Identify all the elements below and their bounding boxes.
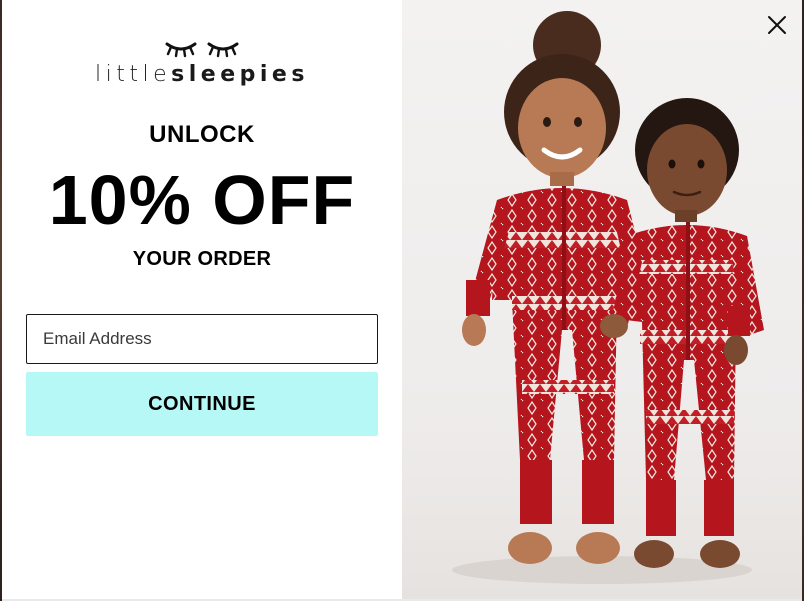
sleepy-eyes-logo-icon — [165, 42, 239, 58]
offer-subline: YOUR ORDER — [132, 248, 272, 270]
signup-panel: littlesleepies UNLOCK 10% OFF YOUR ORDER… — [2, 0, 402, 599]
brand-name-light: little — [95, 62, 172, 87]
signup-modal: littlesleepies UNLOCK 10% OFF YOUR ORDER… — [2, 0, 802, 601]
brand-name-bold: sleepies — [171, 62, 309, 87]
kids-pajamas-illustration — [452, 11, 764, 584]
hero-photo — [402, 0, 802, 599]
email-field[interactable] — [26, 314, 378, 364]
offer-kicker: UNLOCK — [149, 121, 255, 148]
offer-headline: 10% OFF — [48, 161, 356, 239]
continue-button[interactable]: CONTINUE — [26, 372, 378, 436]
close-icon[interactable] — [766, 14, 788, 36]
brand-logo: littlesleepies — [2, 38, 402, 87]
brand-wordmark: littlesleepies — [2, 62, 402, 87]
